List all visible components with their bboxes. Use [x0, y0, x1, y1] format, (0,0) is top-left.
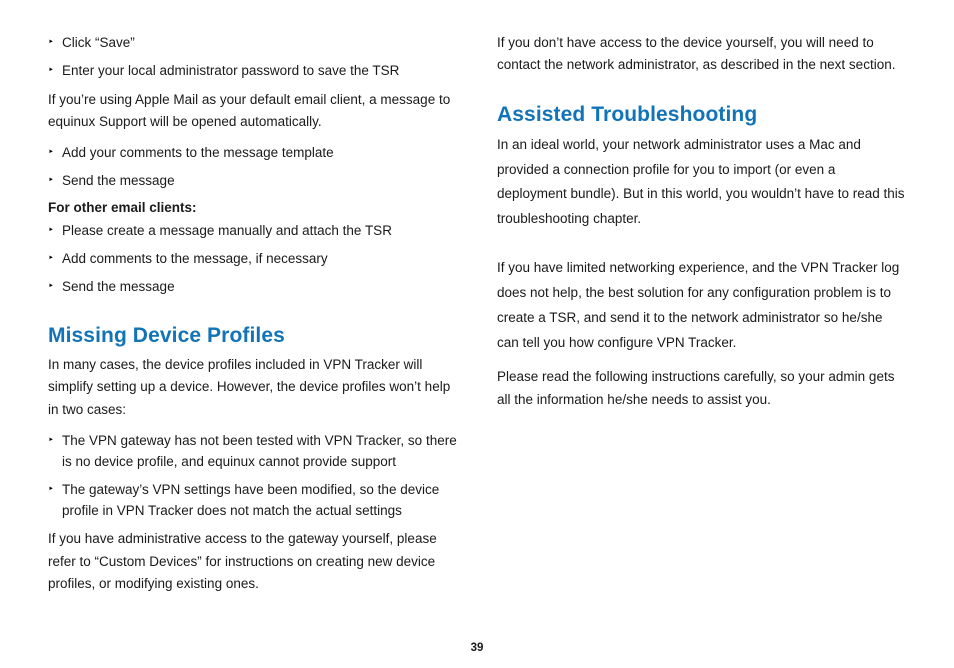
- body-paragraph: If you have limited networking experienc…: [497, 256, 906, 356]
- body-paragraph: In many cases, the device profiles inclu…: [48, 354, 457, 421]
- body-paragraph: In an ideal world, your network administ…: [497, 133, 906, 233]
- list-item-text: Add your comments to the message templat…: [62, 143, 457, 164]
- list-item: ‣ The VPN gateway has not been tested wi…: [48, 431, 457, 473]
- triangle-right-icon: ‣: [48, 249, 62, 268]
- body-paragraph: If you have administrative access to the…: [48, 528, 457, 595]
- right-column: If you don’t have access to the device y…: [497, 30, 906, 605]
- list-item-text: Enter your local administrator password …: [62, 61, 457, 82]
- list-item: ‣ Enter your local administrator passwor…: [48, 61, 457, 82]
- page-content: ‣ Click “Save” ‣ Enter your local admini…: [0, 0, 954, 605]
- triangle-right-icon: ‣: [48, 143, 62, 162]
- triangle-right-icon: ‣: [48, 33, 62, 52]
- list-item: ‣ Send the message: [48, 277, 457, 298]
- list-item-text: Please create a message manually and att…: [62, 221, 457, 242]
- triangle-right-icon: ‣: [48, 221, 62, 240]
- list-item-text: Click “Save”: [62, 33, 457, 54]
- list-item-text: Send the message: [62, 277, 457, 298]
- page-number: 39: [0, 642, 954, 654]
- list-item-text: Add comments to the message, if necessar…: [62, 249, 457, 270]
- section-heading-missing-device-profiles: Missing Device Profiles: [48, 324, 457, 348]
- body-paragraph: If you’re using Apple Mail as your defau…: [48, 89, 457, 134]
- triangle-right-icon: ‣: [48, 480, 62, 499]
- triangle-right-icon: ‣: [48, 171, 62, 190]
- list-item-text: Send the message: [62, 171, 457, 192]
- left-column: ‣ Click “Save” ‣ Enter your local admini…: [48, 30, 457, 605]
- body-paragraph: If you don’t have access to the device y…: [497, 32, 906, 77]
- list-item: ‣ Click “Save”: [48, 33, 457, 54]
- list-item: ‣ Add your comments to the message templ…: [48, 143, 457, 164]
- body-paragraph: Please read the following instructions c…: [497, 366, 906, 411]
- triangle-right-icon: ‣: [48, 277, 62, 296]
- list-item: ‣ Send the message: [48, 171, 457, 192]
- bold-subheading: For other email clients:: [48, 200, 457, 215]
- list-item: ‣ Please create a message manually and a…: [48, 221, 457, 242]
- list-item: ‣ Add comments to the message, if necess…: [48, 249, 457, 270]
- list-item: ‣ The gateway’s VPN settings have been m…: [48, 480, 457, 522]
- list-item-text: The VPN gateway has not been tested with…: [62, 431, 457, 473]
- triangle-right-icon: ‣: [48, 61, 62, 80]
- list-item-text: The gateway’s VPN settings have been mod…: [62, 480, 457, 522]
- section-heading-assisted-troubleshooting: Assisted Troubleshooting: [497, 103, 906, 127]
- triangle-right-icon: ‣: [48, 431, 62, 450]
